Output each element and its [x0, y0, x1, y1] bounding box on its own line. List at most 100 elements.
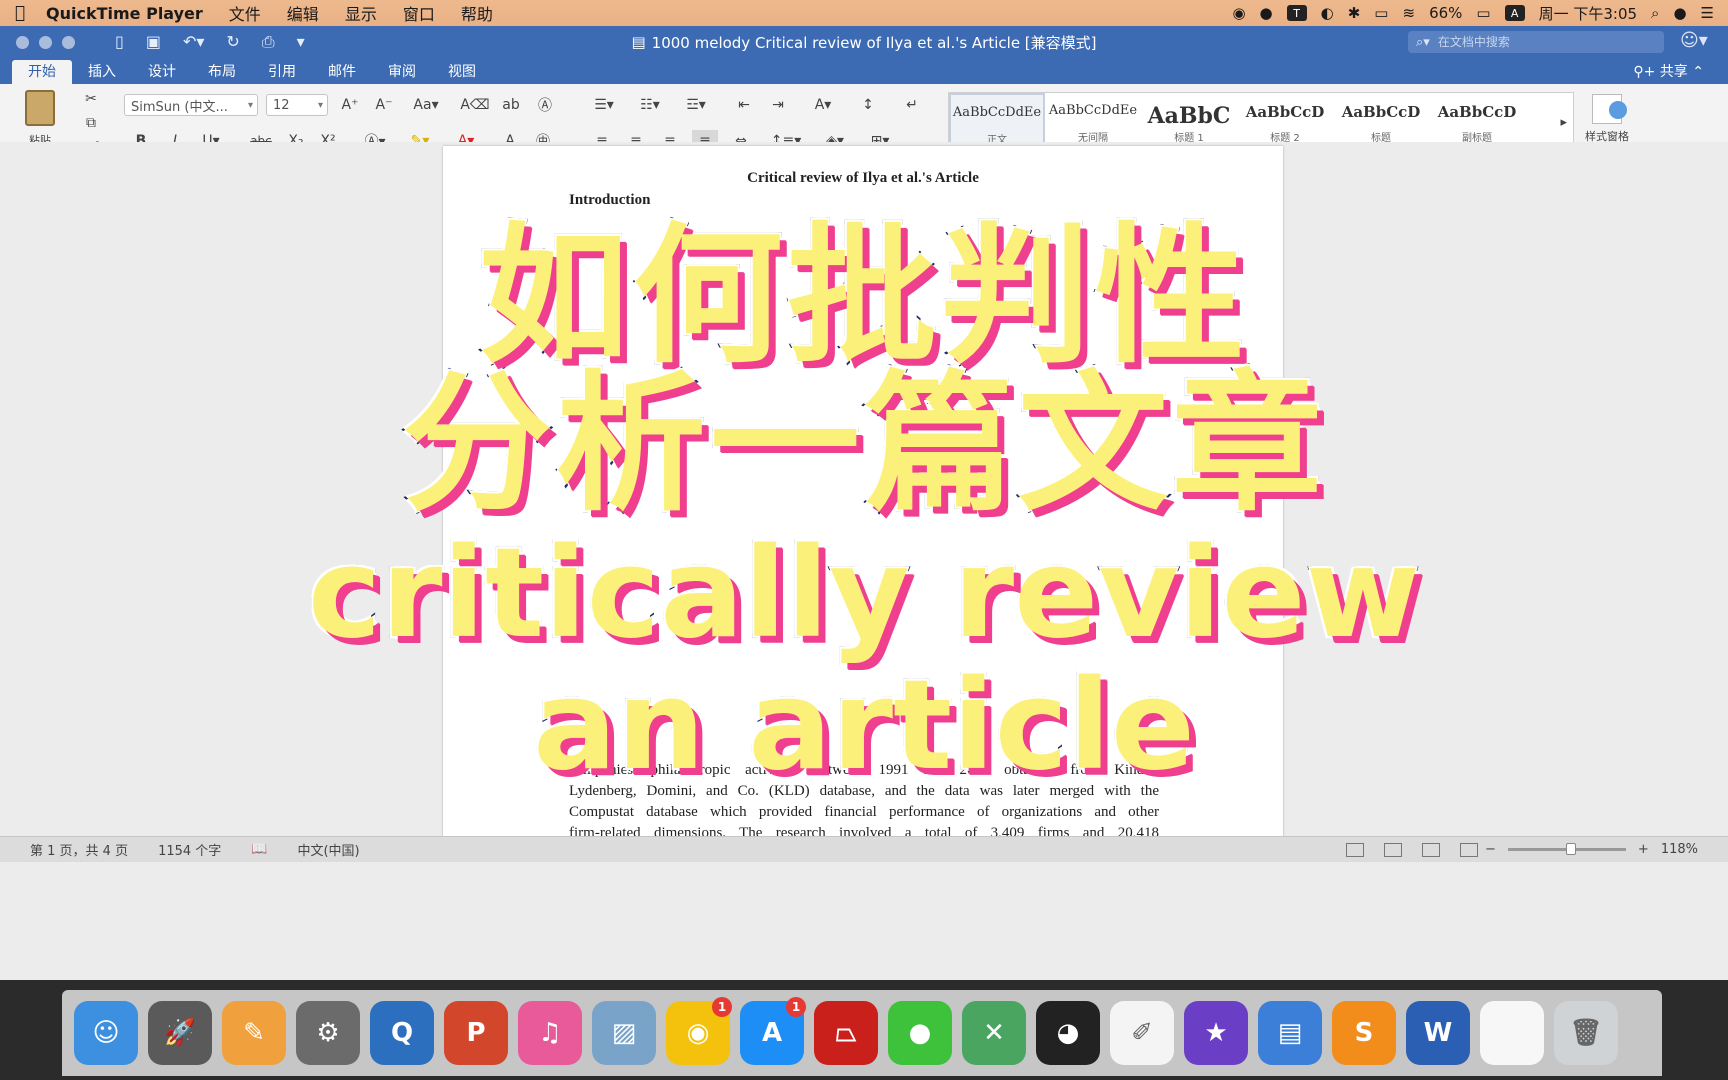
wechat-icon[interactable]: ● — [888, 1001, 952, 1065]
document-search[interactable]: ⌕▾ — [1408, 31, 1664, 53]
share-button[interactable]: ⚲+ 共享 ⌃ — [1633, 61, 1704, 81]
blank-window-icon[interactable] — [1480, 1001, 1544, 1065]
notification-center-icon[interactable]: ☰ — [1701, 4, 1714, 22]
pages-icon[interactable]: ✎ — [222, 1001, 286, 1065]
imovie-icon[interactable]: ★ — [1184, 1001, 1248, 1065]
tab-review[interactable]: 审阅 — [372, 60, 432, 84]
print-icon[interactable]: ⎙ — [262, 32, 275, 52]
menu-app-name[interactable]: QuickTime Player — [40, 4, 216, 23]
sublime-icon[interactable]: S — [1332, 1001, 1396, 1065]
input-method-icon[interactable]: A — [1504, 5, 1525, 21]
collapse-ribbon-icon[interactable]: ⌃ — [1692, 64, 1704, 80]
wechat-tray-icon[interactable]: ● — [1260, 4, 1273, 22]
feedback-smiley-icon[interactable]: ☺▾ — [1680, 30, 1708, 51]
spotlight-search-icon[interactable]: ⌕ — [1651, 4, 1659, 22]
launchpad-icon[interactable]: 🚀 — [148, 1001, 212, 1065]
trash-icon[interactable]: 🗑 — [1554, 1001, 1618, 1065]
redo-icon[interactable]: ↻ — [226, 32, 239, 52]
share-label: 共享 — [1659, 64, 1688, 80]
bullets-icon[interactable]: ☰▾ — [586, 94, 622, 116]
system-preferences-icon[interactable]: ⚙ — [296, 1001, 360, 1065]
window-controls — [0, 35, 75, 49]
web-layout-view-icon[interactable] — [1384, 842, 1402, 857]
battery-percent[interactable]: 66% — [1429, 4, 1462, 22]
styles-more-icon[interactable]: ▸ — [1560, 115, 1567, 130]
powerpoint-icon[interactable]: P — [444, 1001, 508, 1065]
qq-icon[interactable]: ◕ — [1036, 1001, 1100, 1065]
menu-window[interactable]: 窗口 — [390, 1, 448, 25]
print-layout-view-icon[interactable] — [1346, 842, 1364, 857]
close-window-button[interactable] — [16, 35, 29, 49]
record-icon[interactable]: ◉ — [1232, 4, 1245, 22]
page-count[interactable]: 第 1 页，共 4 页 — [0, 840, 128, 859]
save-icon[interactable]: ▣ — [146, 32, 161, 52]
tab-insert[interactable]: 插入 — [72, 60, 132, 84]
apple-icon[interactable]:  — [0, 3, 40, 23]
finder-icon[interactable]: ☺ — [74, 1001, 138, 1065]
multilevel-list-icon[interactable]: ☲▾ — [678, 94, 714, 116]
acrobat-icon[interactable]: ⏢ — [814, 1001, 878, 1065]
menu-edit[interactable]: 编辑 — [274, 1, 332, 25]
menu-view[interactable]: 显示 — [332, 1, 390, 25]
textedit-icon[interactable]: ✐ — [1110, 1001, 1174, 1065]
zoom-in-icon[interactable]: + — [1638, 842, 1649, 857]
zoom-window-button[interactable] — [62, 35, 75, 49]
siri-icon[interactable]: ● — [1673, 4, 1686, 22]
keyboard-icon[interactable]: ▭ — [1374, 4, 1388, 22]
phonetic-guide-icon[interactable]: ab — [498, 94, 524, 116]
text-input-icon[interactable]: T — [1286, 5, 1307, 21]
styles-pane-button[interactable]: 样式窗格 — [1585, 94, 1629, 144]
quicktime-icon[interactable]: Q — [370, 1001, 434, 1065]
change-case-icon[interactable]: Aa▾ — [408, 94, 444, 116]
tab-layout[interactable]: 布局 — [192, 60, 252, 84]
asian-layout-icon[interactable]: A▾ — [806, 94, 840, 116]
clock[interactable]: 周一 下午3:05 — [1539, 3, 1637, 24]
menu-file[interactable]: 文件 — [216, 1, 274, 25]
increase-indent-icon[interactable]: ⇥ — [764, 94, 792, 116]
zoom-out-icon[interactable]: − — [1485, 842, 1496, 857]
cut-icon[interactable]: ✂ — [80, 88, 102, 110]
customize-toolbar-icon[interactable]: ▾ — [297, 32, 305, 52]
caption-line-1: 如何批判性 — [477, 210, 1249, 384]
word-icon[interactable]: W — [1406, 1001, 1470, 1065]
zoom-level[interactable]: 118% — [1661, 842, 1698, 857]
copy-icon[interactable]: ⧉ — [80, 112, 102, 134]
wifi-icon[interactable]: ≋ — [1402, 4, 1415, 22]
bluetooth-icon[interactable]: ✱ — [1348, 4, 1361, 22]
decrease-indent-icon[interactable]: ⇤ — [730, 94, 758, 116]
search-input[interactable] — [1437, 35, 1638, 49]
itunes-icon[interactable]: ♫ — [518, 1001, 582, 1065]
paste-button[interactable]: 粘贴 — [16, 90, 64, 148]
menu-help[interactable]: 帮助 — [448, 1, 506, 25]
tab-home[interactable]: 开始 — [12, 60, 72, 84]
app-store-icon[interactable]: A1 — [740, 997, 806, 1065]
network-tray-icon[interactable]: ◐ — [1321, 4, 1334, 22]
sort-icon[interactable]: ↕ — [854, 94, 882, 116]
zoom-slider-thumb[interactable] — [1565, 843, 1576, 855]
tab-mailings[interactable]: 邮件 — [312, 60, 372, 84]
language-status[interactable]: 中文(中国) — [267, 840, 359, 859]
shrink-font-icon[interactable]: A⁻ — [370, 94, 398, 116]
numbering-icon[interactable]: ☷▾ — [632, 94, 668, 116]
grow-font-icon[interactable]: A⁺ — [336, 94, 364, 116]
tab-view[interactable]: 视图 — [432, 60, 492, 84]
font-name-select[interactable]: SimSun (中文... — [124, 94, 258, 116]
network-icon[interactable]: ✕ — [962, 1001, 1026, 1065]
chrome-icon[interactable]: ◉ 1 — [666, 997, 732, 1065]
tab-references[interactable]: 引用 — [252, 60, 312, 84]
tab-design[interactable]: 设计 — [132, 60, 192, 84]
outline-view-icon[interactable] — [1422, 842, 1440, 857]
character-border-icon[interactable]: Ⓐ — [532, 94, 558, 116]
zoom-slider[interactable] — [1507, 843, 1626, 855]
clear-formatting-icon[interactable]: A⌫ — [460, 94, 489, 116]
proofing-icon[interactable]: 📖 — [221, 842, 267, 857]
show-formatting-icon[interactable]: ↵ — [898, 94, 926, 116]
word-count[interactable]: 1154 个字 — [128, 840, 221, 859]
font-size-select[interactable]: 12 — [266, 94, 328, 116]
draft-view-icon[interactable] — [1460, 842, 1478, 857]
preview-icon[interactable]: ▨ — [592, 1001, 656, 1065]
keynote-icon[interactable]: ▤ — [1258, 1001, 1322, 1065]
sidebar-toggle-icon[interactable]: ▯ — [115, 32, 124, 52]
undo-icon[interactable]: ↶▾ — [183, 32, 204, 52]
minimize-window-button[interactable] — [39, 35, 52, 49]
